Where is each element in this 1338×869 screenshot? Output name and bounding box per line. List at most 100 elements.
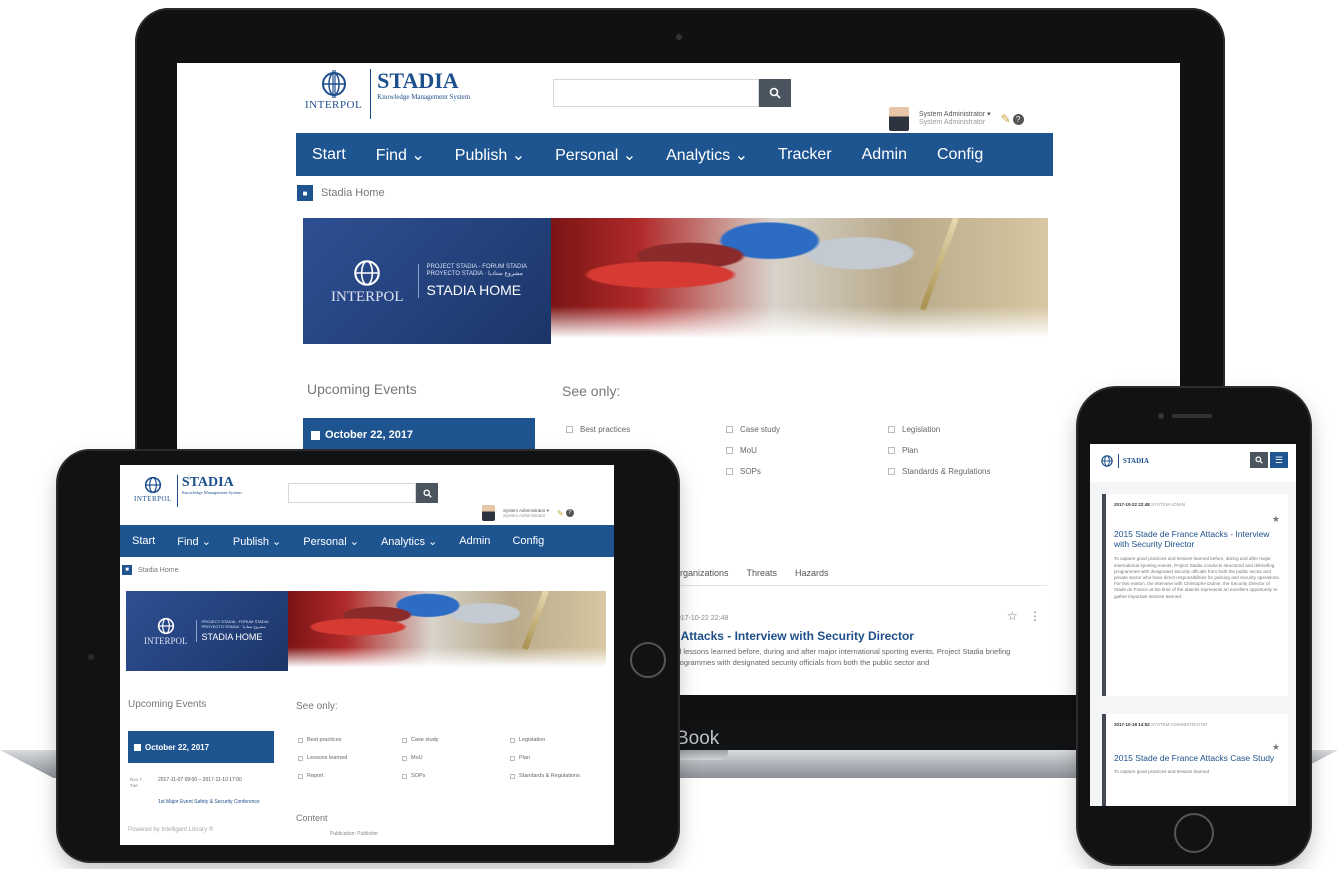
phone-logo-divider: [1118, 454, 1119, 468]
nav-admin[interactable]: Admin: [862, 146, 907, 164]
nav-analytics[interactable]: Analytics ⌄: [666, 145, 748, 165]
tablet-breadcrumb-home[interactable]: Stadia Home: [138, 567, 178, 574]
tab-threats[interactable]: Threats: [747, 568, 778, 578]
star-icon[interactable]: ☆: [1007, 609, 1018, 623]
nav-find[interactable]: Find ⌄: [376, 145, 425, 165]
phone-site-logo[interactable]: STADIA: [1100, 454, 1149, 468]
emblem-wordmark: INTERPOL: [305, 99, 363, 111]
search-input[interactable]: [553, 79, 759, 107]
search-button[interactable]: [759, 79, 791, 107]
tablet-event-date: October 22, 2017: [145, 742, 210, 752]
tablet-logo-divider: [176, 475, 178, 507]
filter-best-practices[interactable]: Best practices: [566, 425, 726, 434]
filter-legislation[interactable]: Legislation: [888, 425, 1048, 434]
filter-standards[interactable]: Standards & Regulations: [888, 467, 1048, 476]
search-icon: [422, 488, 432, 498]
tablet-filter-standards[interactable]: Standards & Regulations: [510, 773, 606, 779]
menu-button[interactable]: ☰: [1270, 452, 1288, 468]
nav-publish[interactable]: Publish ⌄: [455, 145, 525, 165]
brand-subtitle: Knowledge Management System: [377, 93, 471, 101]
notes-icon[interactable]: ✎: [1001, 112, 1011, 126]
globe-emblem-icon: [1101, 455, 1113, 467]
tablet-event-link[interactable]: 1st Major Event Safety & Security Confer…: [158, 799, 268, 806]
nav-start[interactable]: Start: [312, 146, 346, 164]
tablet-nav-start[interactable]: Start: [132, 535, 155, 547]
post-meta: 2017-10-22 22:48: [673, 615, 729, 622]
star-icon[interactable]: ★: [1272, 514, 1280, 525]
tablet-filter-mou[interactable]: MoU: [402, 755, 510, 761]
tablet-screen: INTERPOL STADIA Knowledge Management Sys…: [120, 465, 614, 845]
tablet-home-button[interactable]: [630, 642, 666, 678]
home-icon[interactable]: ■: [122, 565, 132, 575]
tablet-filter-case-study[interactable]: Case study: [402, 737, 510, 743]
tablet-site-logo[interactable]: INTERPOL STADIA Knowledge Management Sys…: [134, 475, 242, 507]
nav-tracker[interactable]: Tracker: [778, 146, 832, 164]
tablet-event-range: 2017-11-07 09:00 – 2017-11-10 17:00: [158, 777, 242, 783]
tablet-banner-emblem: INTERPOL: [144, 616, 188, 646]
filter-mou[interactable]: MoU: [726, 446, 888, 455]
filter-plan[interactable]: Plan: [888, 446, 1048, 455]
tablet-breadcrumb: ■ Stadia Home: [122, 565, 178, 575]
tablet-nav-personal[interactable]: Personal ⌄: [303, 535, 359, 548]
user-menu[interactable]: System Administrator ▾ System Administra…: [889, 107, 1024, 131]
tablet-avatar: [482, 505, 495, 521]
star-icon[interactable]: ★: [1272, 742, 1280, 753]
tablet-nav-config[interactable]: Config: [512, 535, 544, 547]
tablet-nav-publish[interactable]: Publish ⌄: [233, 535, 281, 548]
tablet-banner-photo: [288, 591, 606, 671]
tablet-filter-sops[interactable]: SOPs: [402, 773, 510, 779]
event-date-bar[interactable]: October 22, 2017: [303, 418, 535, 452]
tablet-filter-lessons[interactable]: Lessons learned: [298, 755, 402, 761]
tablet-banner-title: STADIA HOME: [201, 631, 263, 642]
phone-camera: [1158, 413, 1164, 419]
card-2-title[interactable]: 2015 Stade de France Attacks Case Study: [1114, 753, 1280, 763]
tablet-events-panel: Upcoming Events: [120, 691, 280, 845]
tablet-filter-best-practices[interactable]: Best practices: [298, 737, 402, 743]
tablet-filter-title: See only:: [296, 701, 338, 712]
banner-fade: [551, 306, 1048, 344]
calendar-icon: [311, 430, 320, 440]
tablet-filter-plan[interactable]: Plan: [510, 755, 606, 761]
calendar-icon: [134, 743, 141, 751]
phone-card-2[interactable]: 2017-10-19 14:52 SYSTEM ADMINISTRATOR ★ …: [1102, 714, 1288, 806]
filter-sops[interactable]: SOPs: [726, 467, 888, 476]
tablet-search-button[interactable]: [416, 483, 438, 503]
help-icon[interactable]: ?: [565, 509, 574, 517]
site-logo[interactable]: INTERPOL STADIA Knowledge Management Sys…: [305, 69, 470, 119]
globe-emblem-icon: [354, 259, 381, 286]
tablet-nav-find[interactable]: Find ⌄: [177, 535, 211, 548]
phone-home-button[interactable]: [1174, 813, 1214, 853]
card-1-title[interactable]: 2015 Stade de France Attacks - Interview…: [1114, 529, 1280, 549]
tab-organizations[interactable]: Organizations: [673, 568, 729, 578]
breadcrumb-home[interactable]: Stadia Home: [321, 187, 385, 199]
nav-config[interactable]: Config: [937, 146, 983, 164]
tablet-camera: [88, 654, 94, 660]
filter-case-study[interactable]: Case study: [726, 425, 888, 434]
tablet-filter-report[interactable]: Report: [298, 773, 402, 779]
nav-personal[interactable]: Personal ⌄: [555, 145, 636, 165]
post-title[interactable]: e Attacks - Interview with Security Dire…: [671, 629, 914, 643]
user-name: System Administrator ▾: [919, 110, 991, 118]
more-vertical-icon[interactable]: ⋮: [1029, 609, 1041, 623]
tablet-search-input[interactable]: [288, 483, 416, 503]
home-icon[interactable]: ■: [297, 185, 313, 201]
tablet-banner-fade: [288, 647, 606, 671]
event-date: October 22, 2017: [325, 429, 414, 441]
tablet-event-date-bar[interactable]: October 22, 2017: [128, 731, 274, 763]
tablet-filter-legislation[interactable]: Legislation: [510, 737, 606, 743]
tablet-user-menu[interactable]: System Administrator ▾ System Administra…: [482, 505, 574, 521]
post-excerpt: od lessons learned before, during and af…: [673, 647, 1011, 667]
tablet-nav-admin[interactable]: Admin: [459, 535, 490, 547]
notes-icon[interactable]: ✎: [557, 509, 564, 518]
phone-speaker: [1172, 414, 1212, 418]
tablet-content-title: Content: [296, 813, 328, 823]
tablet-banner-emblem-word: INTERPOL: [144, 636, 188, 646]
menu-icon: ☰: [1274, 454, 1284, 465]
tab-hazards[interactable]: Hazards: [795, 568, 829, 578]
tablet-nav-analytics[interactable]: Analytics ⌄: [381, 535, 437, 548]
phone-search-button[interactable]: [1250, 452, 1268, 468]
laptop-camera: [676, 34, 682, 40]
help-icon[interactable]: ?: [1012, 113, 1024, 125]
phone-card-1[interactable]: 2017-10-22 22:48 SYSTEM ADMIN ★ 2015 Sta…: [1102, 494, 1288, 696]
tablet-filter-grid: Best practices Case study Legislation Le…: [298, 737, 606, 779]
